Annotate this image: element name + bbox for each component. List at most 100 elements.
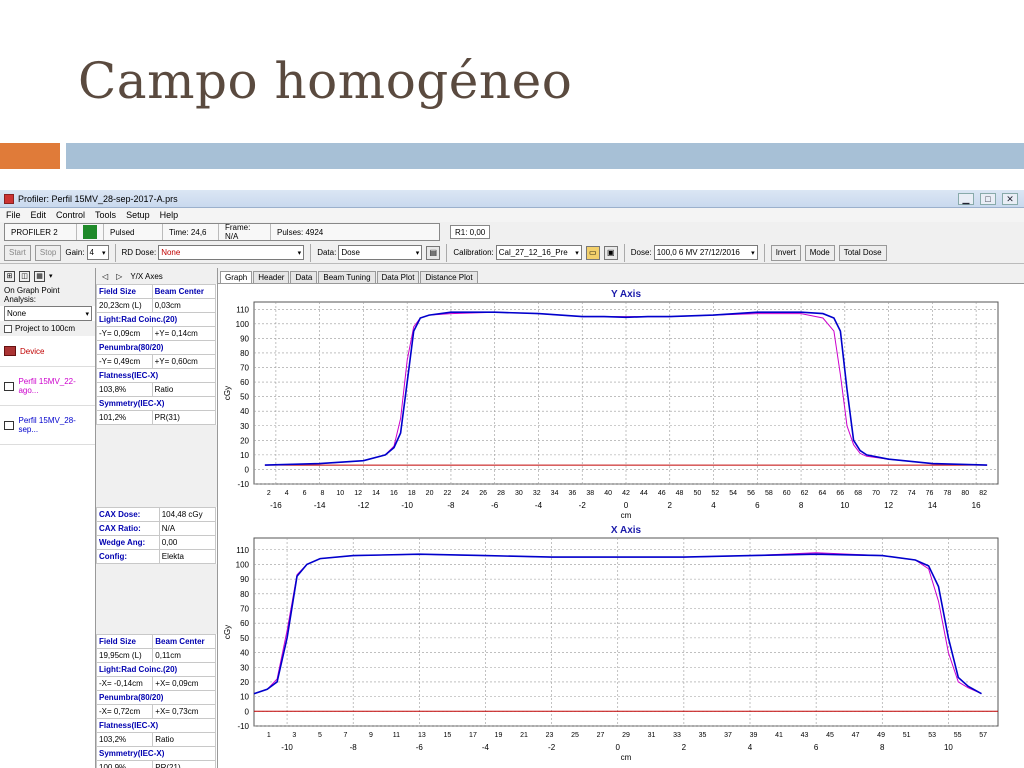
- table-row: Field Size Beam Center: [95, 634, 216, 649]
- detector-label: 41: [775, 732, 783, 739]
- gain-value: 4: [89, 248, 94, 257]
- chart-title: X Axis: [611, 525, 642, 536]
- table-section-header: Penumbra(80/20): [96, 690, 216, 705]
- detector-label: 33: [673, 732, 681, 739]
- menu-control[interactable]: Control: [56, 210, 85, 220]
- table-cell: 0,03cm: [151, 298, 217, 313]
- table-cell: +X= 0,09cm: [152, 676, 216, 691]
- y-tick-label: -10: [237, 722, 249, 731]
- detector-label: 80: [961, 490, 969, 497]
- x-tick-label: 0: [624, 501, 629, 510]
- time-readout: Time: 24,6: [163, 224, 219, 240]
- y-results-table: Field Size Beam Center 20,23cm (L) 0,03cm Li…: [96, 284, 217, 425]
- table-cell: Ratio: [152, 732, 216, 747]
- results-panel: ◁ ▷ Y/X Axes Field Size Beam Center 20,23c…: [95, 268, 218, 768]
- y-tick-label: 90: [240, 334, 249, 343]
- y-axis-label: cGy: [223, 625, 232, 639]
- list-item-profile-sep[interactable]: Perfil 15MV_28-sep...: [0, 406, 95, 445]
- y-tick-label: 110: [236, 546, 249, 555]
- detector-label: 12: [354, 490, 362, 497]
- analysis-select[interactable]: None ▾: [4, 306, 92, 321]
- detector-label: 78: [944, 490, 952, 497]
- chevron-down-icon[interactable]: ▾: [49, 272, 53, 280]
- rd-dose-value: None: [161, 248, 181, 257]
- rd-dose-select[interactable]: None ▾: [158, 245, 305, 260]
- rd-dose-label: RD Dose:: [121, 248, 157, 257]
- table-row: CAX Dose: 104,48 cGy: [96, 507, 217, 522]
- y-axis-label: cGy: [223, 386, 232, 400]
- maximize-button[interactable]: □: [980, 192, 996, 205]
- tab-header[interactable]: Header: [253, 271, 290, 283]
- data-select[interactable]: Dose ▾: [338, 245, 423, 260]
- calibration-select[interactable]: Cal_27_12_16_Pre ▾: [495, 245, 582, 260]
- stop-button[interactable]: Stop: [34, 244, 62, 261]
- x-tick-label: 2: [682, 743, 687, 752]
- list-item-label: Device: [20, 346, 45, 356]
- status-box: PROFILER 2 Pulsed Time: 24,6 Frame: N/A …: [4, 223, 440, 241]
- menu-edit[interactable]: Edit: [31, 210, 47, 220]
- tab-data[interactable]: Data: [290, 271, 318, 283]
- y-tick-label: 0: [245, 707, 250, 716]
- menu-bar: File Edit Control Tools Setup Help: [0, 208, 1024, 222]
- detector-label: 31: [648, 732, 656, 739]
- next-arrow-icon[interactable]: ▷: [116, 272, 122, 281]
- tab-data-plot[interactable]: Data Plot: [376, 271, 420, 283]
- x-tick-label: 0: [616, 743, 621, 752]
- x-tick-label: -8: [447, 501, 455, 510]
- data-options-icon[interactable]: ▤: [426, 245, 441, 260]
- mode-button[interactable]: Mode: [804, 244, 835, 261]
- data-value: Dose: [341, 248, 360, 257]
- table-row: Flatness(IEC-X): [96, 718, 216, 733]
- list-item-device[interactable]: Device: [0, 336, 95, 367]
- gain-select[interactable]: 4 ▾: [86, 245, 109, 260]
- invert-button[interactable]: Invert: [770, 244, 801, 261]
- chevron-down-icon: ▾: [101, 249, 106, 257]
- detector-label: 4: [285, 490, 289, 497]
- table-cell: 103,8%: [96, 382, 153, 397]
- detector-label: 57: [979, 732, 987, 739]
- menu-setup[interactable]: Setup: [126, 210, 150, 220]
- detector-label: 24: [461, 490, 469, 497]
- view-toolbar: ⊞ ◫ ▦ ▾: [0, 268, 95, 284]
- list-item-profile-aug[interactable]: Perfil 15MV_22-ago...: [0, 367, 95, 406]
- tab-graph[interactable]: Graph: [220, 271, 253, 283]
- start-button[interactable]: Start: [4, 244, 31, 261]
- menu-tools[interactable]: Tools: [95, 210, 116, 220]
- detector-label: 8: [320, 490, 324, 497]
- total-dose-button[interactable]: Total Dose: [838, 244, 887, 261]
- menu-file[interactable]: File: [6, 210, 21, 220]
- folder-icon[interactable]: ▭: [585, 245, 600, 260]
- data-field: Data: Dose ▾: [317, 245, 423, 260]
- x-tick-label: -10: [401, 501, 413, 510]
- detector-label: 40: [604, 490, 612, 497]
- table-cell: Field Size: [95, 634, 154, 649]
- y-tick-label: 10: [240, 451, 249, 460]
- table-section-header: Flatness(IEC-X): [96, 368, 216, 383]
- split-view-icon[interactable]: ◫: [19, 270, 30, 282]
- tab-distance-plot[interactable]: Distance Plot: [420, 271, 478, 283]
- project-checkbox[interactable]: [4, 324, 12, 333]
- close-button[interactable]: ✕: [1002, 192, 1018, 205]
- edit-icon[interactable]: ▣: [603, 245, 618, 260]
- toolbar: Start Stop Gain: 4 ▾ RD Dose: None ▾ Data:…: [0, 242, 1024, 264]
- dose-select[interactable]: 100,0 6 MV 27/12/2016 ▾: [653, 245, 758, 260]
- prev-arrow-icon[interactable]: ◁: [102, 272, 108, 281]
- list-item-label: Perfil 15MV_22-ago...: [18, 377, 76, 395]
- table-cell: Wedge Ang:: [96, 535, 160, 550]
- x-tick-label: 4: [748, 743, 753, 752]
- gain-label: Gain:: [65, 248, 85, 257]
- detector-label: 16: [390, 490, 398, 497]
- table-row: -Y= 0,09cm +Y= 0,14cm: [96, 326, 217, 341]
- table-cell: PR(21): [152, 760, 216, 768]
- plot-area: [253, 537, 999, 727]
- menu-help[interactable]: Help: [160, 210, 179, 220]
- table-cell: Field Size: [96, 284, 153, 299]
- table-cell: +Y= 0,60cm: [151, 354, 217, 369]
- tile-view-icon[interactable]: ▦: [34, 270, 45, 282]
- tab-beam-tuning[interactable]: Beam Tuning: [318, 271, 376, 283]
- table-cell: -X= -0,14cm: [95, 676, 154, 691]
- detector-label: 18: [408, 490, 416, 497]
- project-checkbox-row[interactable]: Project to 100cm: [0, 321, 95, 336]
- minimize-button[interactable]: ▁: [958, 192, 974, 205]
- grid-view-icon[interactable]: ⊞: [4, 270, 15, 282]
